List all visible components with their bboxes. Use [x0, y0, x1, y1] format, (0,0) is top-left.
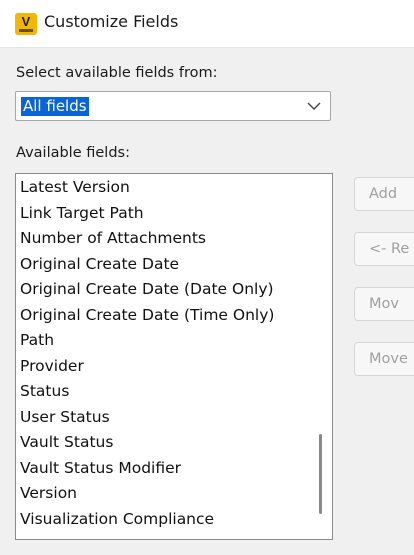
- available-fields-list[interactable]: Latest Version Link Target Path Number of …: [15, 173, 333, 540]
- list-item[interactable]: Visualization Compliance: [20, 507, 274, 533]
- chevron-down-icon[interactable]: [307, 101, 321, 111]
- list-item[interactable]: Number of Attachments: [20, 226, 274, 252]
- vault-app-icon: V: [15, 13, 37, 35]
- fields-source-select[interactable]: All fields: [15, 91, 331, 121]
- window-title: Customize Fields: [44, 12, 179, 31]
- available-fields-label: Available fields:: [16, 145, 130, 161]
- title-bar: V Customize Fields: [0, 0, 414, 48]
- fields-source-value[interactable]: All fields: [21, 97, 89, 116]
- list-scrollbar-thumb[interactable]: [319, 434, 322, 514]
- list-item[interactable]: Vault Status: [20, 430, 274, 456]
- list-item[interactable]: Provider: [20, 354, 274, 380]
- remove-button[interactable]: <- Re: [354, 232, 414, 266]
- move-up-button[interactable]: Mov: [354, 287, 414, 321]
- source-label: Select available fields from:: [16, 65, 218, 81]
- list-item[interactable]: Original Create Date (Date Only): [20, 277, 274, 303]
- list-item[interactable]: Vault Status Modifier: [20, 456, 274, 482]
- add-button[interactable]: Add: [354, 177, 414, 211]
- list-item[interactable]: User Status: [20, 405, 274, 431]
- title-divider: [0, 47, 414, 48]
- move-down-button[interactable]: Move: [354, 342, 414, 376]
- list-item[interactable]: Original Create Date: [20, 252, 274, 278]
- list-item[interactable]: Status: [20, 379, 274, 405]
- list-item[interactable]: Latest Version: [20, 175, 274, 201]
- list-item[interactable]: Link Target Path: [20, 201, 274, 227]
- list-item[interactable]: Path: [20, 328, 274, 354]
- list-item[interactable]: Version: [20, 481, 274, 507]
- list-item[interactable]: Original Create Date (Time Only): [20, 303, 274, 329]
